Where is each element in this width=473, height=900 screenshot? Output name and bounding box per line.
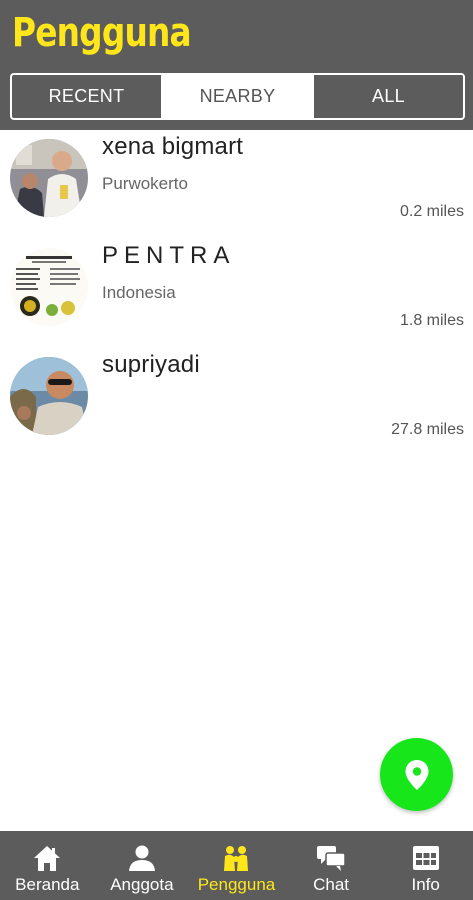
user-distance: 1.8 miles	[399, 312, 464, 329]
nav-label: Chat	[313, 875, 350, 894]
user-list: xena bigmart Purwokerto 0.2 miles PENTRA…	[0, 130, 473, 457]
chat-icon	[315, 843, 347, 873]
nav-pengguna[interactable]: Pengguna	[189, 831, 284, 900]
tab-bar: RECENT NEARBY ALL	[10, 73, 465, 120]
list-item[interactable]: xena bigmart Purwokerto 0.2 miles	[0, 130, 473, 239]
avatar	[10, 139, 88, 217]
avatar	[10, 248, 88, 326]
info-table-icon	[410, 843, 442, 873]
page-title: Pengguna	[12, 10, 192, 56]
user-location: Purwokerto	[102, 174, 188, 193]
nav-beranda[interactable]: Beranda	[0, 831, 95, 900]
nav-label: Info	[411, 875, 440, 894]
app-header: Pengguna RECENT NEARBY ALL	[0, 0, 473, 130]
user-name: supriyadi	[102, 351, 200, 378]
nav-anggota[interactable]: Anggota	[95, 831, 190, 900]
list-item[interactable]: supriyadi 27.8 miles	[0, 348, 473, 457]
location-pin-icon	[405, 759, 428, 790]
tab-all[interactable]: ALL	[312, 75, 463, 118]
nav-label: Anggota	[110, 875, 174, 894]
list-item[interactable]: PENTRA Indonesia 1.8 miles	[0, 239, 473, 348]
nav-label: Pengguna	[197, 875, 276, 894]
person-icon	[126, 843, 158, 873]
tab-nearby[interactable]: NEARBY	[161, 75, 312, 118]
bottom-navigation: Beranda Anggota Pengguna Chat Info	[0, 831, 473, 900]
user-distance: 27.8 miles	[391, 421, 464, 438]
home-icon	[31, 843, 63, 873]
nav-chat[interactable]: Chat	[284, 831, 379, 900]
nav-info[interactable]: Info	[378, 831, 473, 900]
nav-label: Beranda	[15, 875, 80, 894]
avatar	[10, 357, 88, 435]
user-distance: 0.2 miles	[399, 203, 464, 220]
tab-recent[interactable]: RECENT	[12, 75, 161, 118]
user-location: Indonesia	[102, 283, 176, 302]
user-name: xena bigmart	[102, 133, 244, 160]
user-name: PENTRA	[102, 242, 236, 269]
users-icon	[220, 843, 252, 873]
nearby-location-button[interactable]	[380, 738, 453, 811]
